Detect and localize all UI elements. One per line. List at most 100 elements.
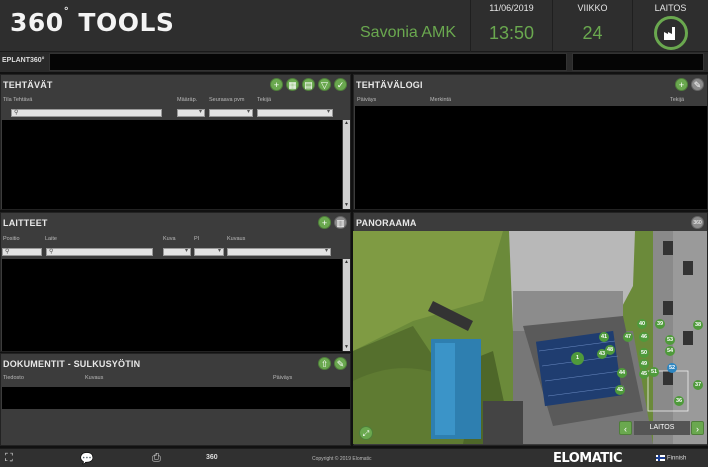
device-list[interactable]	[2, 259, 342, 351]
filter-icon[interactable]: ▽	[318, 78, 331, 91]
check-icon[interactable]: ✓	[334, 78, 347, 91]
calendar-icon[interactable]: ▦	[286, 78, 299, 91]
marker-38[interactable]: 38	[693, 320, 703, 330]
description-select[interactable]	[227, 248, 331, 256]
marker-37[interactable]: 37	[693, 380, 703, 390]
language-label: Finnish	[667, 455, 687, 462]
eplant-label: EPLANT360°	[2, 57, 45, 64]
finland-flag-icon	[656, 455, 665, 461]
col-status-task: Tila Tehtävä	[3, 97, 33, 103]
footer-360-label[interactable]: 360	[206, 454, 218, 461]
col-image: Kuva	[163, 236, 176, 242]
documents-title: DOKUMENTIT - SULKUSYÖTIN	[3, 359, 141, 369]
col-log-author: Tekijä	[670, 97, 685, 103]
date-time-cell: 11/06/2019 13:50	[470, 0, 552, 52]
eplant-side-field[interactable]	[572, 53, 704, 71]
tasks-title: TEHTÄVÄT	[3, 80, 53, 90]
marker-47[interactable]: 47	[623, 332, 633, 342]
footer-bar: ⛶ 💬 ⎙ 360 Copyright © 2019 Elomatic ELOM…	[0, 448, 708, 467]
task-search-input[interactable]: ⚲	[11, 109, 162, 117]
marker-48[interactable]: 48	[605, 345, 615, 355]
marker-46[interactable]: 46	[639, 332, 649, 342]
factory-icon[interactable]	[653, 16, 688, 50]
clipboard-icon[interactable]: ▤	[302, 78, 315, 91]
panorama-title: PANORAAMA	[356, 218, 417, 228]
app-header: 360° TOOLS Savonia AMK 11/06/2019 13:50 …	[0, 0, 708, 52]
upload-icon[interactable]: ⇧	[318, 357, 331, 370]
tasklog-list[interactable]	[355, 106, 707, 209]
week-label: VIIKKO	[577, 3, 608, 13]
image-select[interactable]	[163, 248, 191, 256]
marker-36[interactable]: 36	[674, 396, 684, 406]
tasks-panel: TEHTÄVÄT + ▦ ▤ ▽ ✓ Tila Tehtävä Määräp. …	[0, 74, 351, 210]
add-log-button[interactable]: +	[675, 78, 688, 91]
assignee-select[interactable]	[257, 109, 333, 117]
document-list[interactable]	[2, 387, 350, 409]
col-due: Määräp.	[177, 97, 198, 103]
week-cell: VIIKKO 24	[552, 0, 632, 52]
week-number: 24	[582, 23, 603, 43]
add-device-button[interactable]: +	[318, 216, 331, 229]
marker-52[interactable]: 52	[667, 363, 677, 373]
device-list-scrollbar[interactable]: ▲ ▼	[343, 259, 350, 351]
col-log-entry: Merkintä	[430, 97, 452, 103]
col-device: Laite	[45, 236, 57, 242]
aerial-photo	[353, 231, 707, 444]
edit-icon[interactable]: ✎	[691, 78, 704, 91]
elomatic-logo: ELOMATIC	[553, 451, 623, 466]
language-selector[interactable]: Finnish	[656, 455, 686, 462]
building-icon[interactable]: ▥	[334, 216, 347, 229]
marker-44[interactable]: 44	[617, 368, 627, 378]
task-list-scrollbar[interactable]: ▲ ▼	[343, 120, 350, 209]
col-doc-description: Kuvaus	[85, 375, 104, 381]
marker-41[interactable]: 41	[599, 332, 609, 342]
devices-panel: LAITTEET + ▥ Positio Laite Kuva PI Kuvau…	[0, 212, 351, 352]
print-icon[interactable]: ⎙	[152, 452, 161, 465]
eplant-main-field[interactable]	[49, 53, 567, 71]
col-description: Kuvaus	[227, 236, 246, 242]
marker-42[interactable]: 42	[615, 385, 625, 395]
due-select[interactable]	[177, 109, 205, 117]
marker-53[interactable]: 53	[665, 335, 675, 345]
marker-49[interactable]: 49	[639, 359, 649, 369]
task-list[interactable]	[2, 120, 342, 209]
plant-next-button[interactable]: ›	[691, 421, 704, 435]
plant-nav: ‹ LAITOS ›	[619, 421, 705, 435]
plant-prev-button[interactable]: ‹	[619, 421, 632, 435]
marker-1[interactable]: 1	[571, 352, 584, 365]
pi-select[interactable]	[194, 248, 224, 256]
position-search-input[interactable]: ⚲	[2, 248, 42, 256]
tasklog-title: TEHTÄVÄLOGI	[356, 80, 423, 90]
documents-panel: DOKUMENTIT - SULKUSYÖTIN ⇧ ✎ Tiedosto Ku…	[0, 353, 351, 446]
marker-39[interactable]: 39	[655, 319, 665, 329]
marker-40[interactable]: 40	[637, 319, 647, 329]
col-doc-date: Päiväys	[273, 375, 293, 381]
edit-document-icon[interactable]: ✎	[334, 357, 347, 370]
eplant-bar: EPLANT360°	[0, 52, 708, 72]
plant-button[interactable]: LAITOS	[634, 421, 690, 435]
add-task-button[interactable]: +	[270, 78, 283, 91]
marker-50[interactable]: 50	[639, 348, 649, 358]
app-logo: 360° TOOLS	[10, 6, 175, 37]
col-assignee: Tekijä	[257, 97, 272, 103]
marker-45[interactable]: 45	[639, 369, 649, 379]
next-date-select[interactable]	[209, 109, 253, 117]
marker-54[interactable]: 54	[665, 346, 675, 356]
tasklog-panel: TEHTÄVÄLOGI + ✎ Päiväys Merkintä Tekijä	[353, 74, 708, 210]
panorama-360-badge[interactable]: 360	[691, 216, 704, 229]
organization-name: Savonia AMK	[360, 24, 457, 41]
current-date: 11/06/2019	[489, 3, 534, 13]
plant-label: LAITOS	[654, 3, 687, 13]
col-pi: PI	[194, 236, 200, 242]
current-time: 13:50	[488, 23, 535, 43]
expand-icon[interactable]: ⛶	[5, 452, 13, 465]
fullscreen-icon[interactable]: ⤢	[359, 426, 373, 440]
marker-51[interactable]: 51	[649, 367, 659, 377]
col-file: Tiedosto	[3, 375, 24, 381]
plant-cell[interactable]: LAITOS	[632, 0, 708, 52]
col-next-date: Seuraava pvm	[209, 97, 245, 103]
device-search-input[interactable]: ⚲	[46, 248, 153, 256]
chat-icon[interactable]: 💬	[80, 452, 94, 465]
panorama-view[interactable]: 1 41 43 48 47 46 40 39 38 53 54 50 49 44…	[353, 231, 707, 444]
col-log-date: Päiväys	[357, 97, 377, 103]
